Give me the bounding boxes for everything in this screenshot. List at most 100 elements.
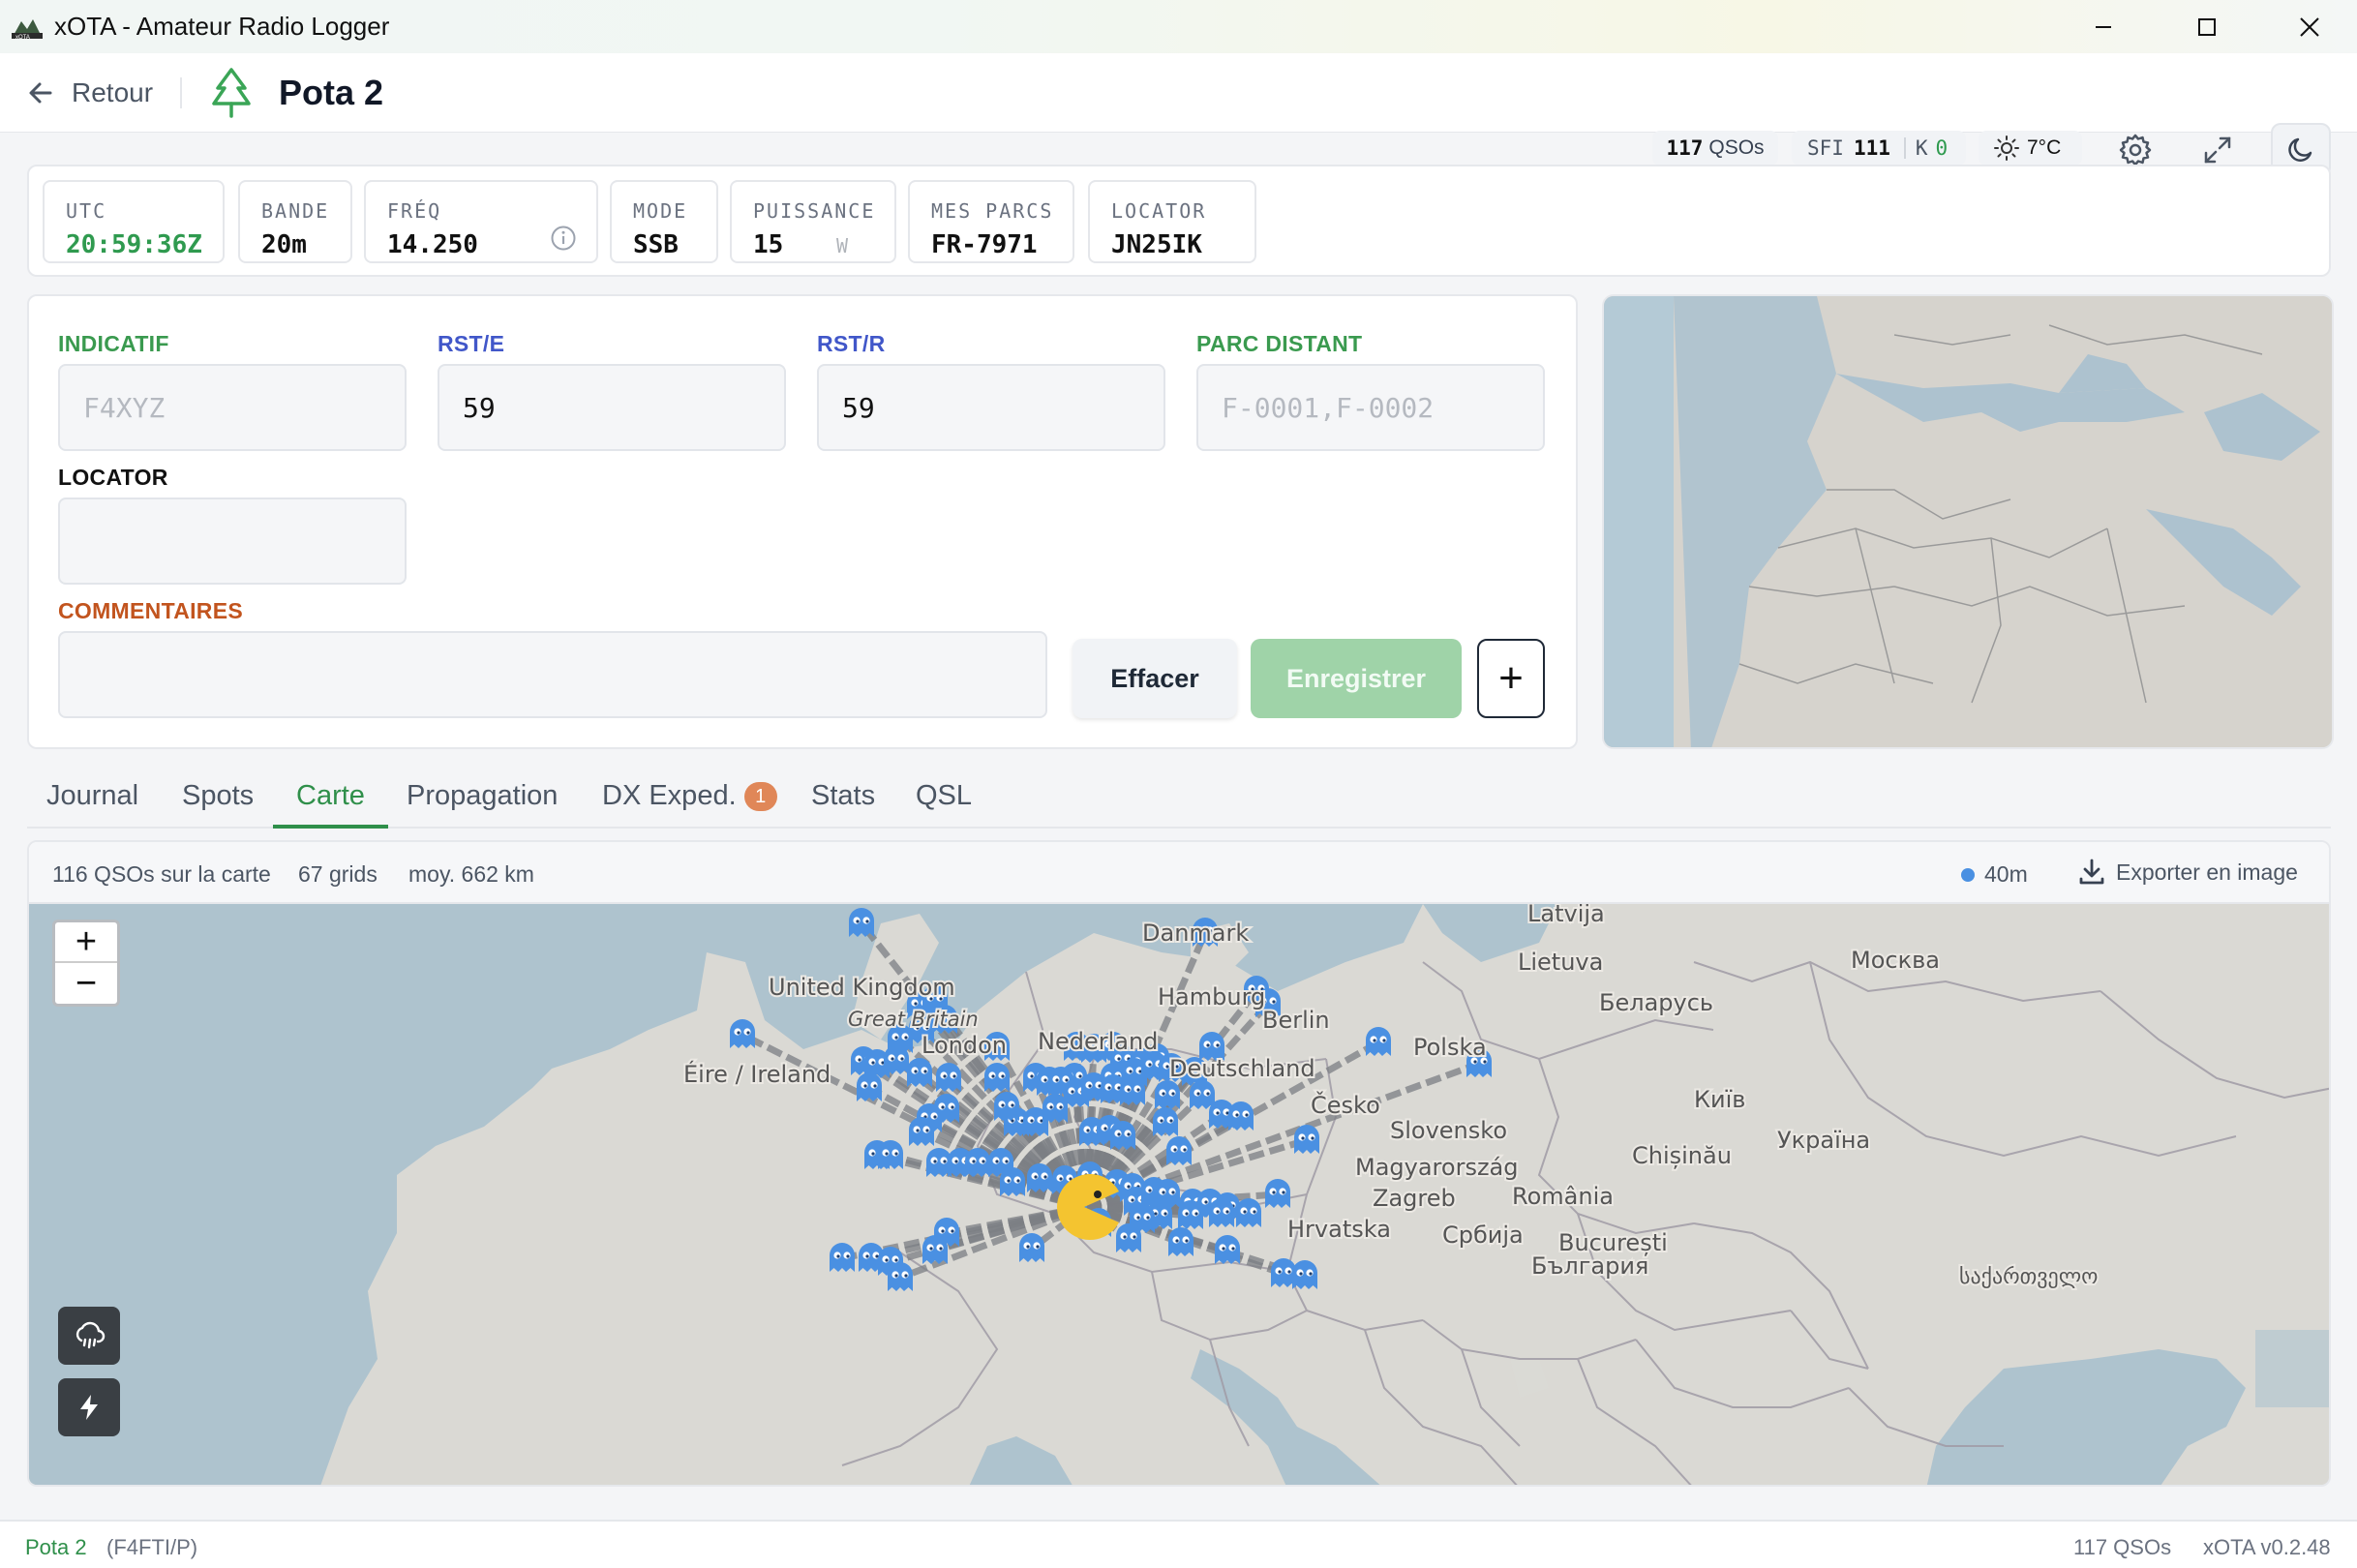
qso-map[interactable]: United Kingdom Great Britain Éire / Irel…: [29, 898, 2329, 1485]
map-info-bar: 116 QSOs sur la carte 67 grids moy. 662 …: [29, 842, 2329, 904]
ghost-marker-icon[interactable]: [1043, 1094, 1068, 1123]
ghost-marker-icon[interactable]: [1027, 1163, 1052, 1192]
app-logo-icon: xOTA: [12, 18, 43, 41]
my-parks-box[interactable]: MES PARCS FR-7971: [908, 180, 1074, 263]
utc-label: UTC: [66, 199, 107, 223]
title-bar: xOTA xOTA - Amateur Radio Logger: [0, 0, 2357, 53]
ghost-marker-icon[interactable]: [730, 1019, 755, 1048]
ghost-marker-icon[interactable]: [849, 908, 874, 937]
band-label: BANDE: [261, 199, 330, 223]
qso-map-canvas: United Kingdom Great Britain Éire / Irel…: [29, 898, 2329, 1485]
ghost-marker-icon[interactable]: [1168, 1227, 1194, 1256]
weather-layer-button[interactable]: [58, 1307, 120, 1365]
map-label-ukraine: Україна: [1777, 1127, 1870, 1154]
comments-label: COMMENTAIRES: [58, 598, 244, 623]
status-footer: Pota 2 (F4FTI/P) 117 QSOs xOTA v0.2.48: [0, 1520, 2357, 1568]
info-icon[interactable]: [550, 225, 577, 252]
save-button[interactable]: Enregistrer: [1251, 639, 1462, 718]
rst-received-input[interactable]: 59: [817, 364, 1165, 451]
comments-input[interactable]: [58, 631, 1047, 718]
ghost-marker-icon[interactable]: [1228, 1101, 1254, 1131]
close-icon: [2300, 16, 2319, 37]
ghost-marker-icon[interactable]: [1000, 1167, 1025, 1196]
remote-park-label: PARC DISTANT: [1196, 331, 1363, 356]
ghost-marker-icon[interactable]: [907, 1058, 932, 1087]
zoom-out-button[interactable]: −: [55, 963, 117, 1004]
tab-spots[interactable]: Spots: [182, 780, 254, 829]
sfi-value: 111: [1853, 136, 1890, 160]
main-tabs: Journal Spots Carte Propagation DX Exped…: [27, 767, 2331, 829]
indices-divider: [1903, 137, 1906, 159]
frequency-box[interactable]: FRÉQ 14.250: [364, 180, 598, 263]
tab-propagation[interactable]: Propagation: [407, 780, 558, 829]
ghost-marker-icon[interactable]: [909, 1117, 934, 1146]
ghost-marker-icon[interactable]: [1292, 1260, 1317, 1289]
close-button[interactable]: [2268, 0, 2351, 53]
my-parks-value: FR-7971: [931, 230, 1038, 259]
ghost-marker-icon[interactable]: [994, 1092, 1019, 1121]
sfi-label: SFI: [1807, 136, 1844, 160]
ghost-marker-icon[interactable]: [1153, 1107, 1178, 1136]
frequency-value: 14.250: [387, 230, 478, 259]
clear-button[interactable]: Effacer: [1073, 639, 1237, 718]
ghost-marker-icon[interactable]: [1120, 1076, 1145, 1105]
export-image-button[interactable]: Exporter en image: [2077, 858, 2298, 887]
tab-stats[interactable]: Stats: [811, 780, 875, 829]
ghost-marker-icon[interactable]: [1155, 1080, 1180, 1109]
svg-text:xOTA: xOTA: [15, 35, 30, 41]
arrow-left-icon: [29, 82, 52, 103]
minimize-button[interactable]: [2062, 0, 2145, 53]
pacman-eye: [1094, 1191, 1102, 1198]
map-label-lithuania: Lietuva: [1518, 949, 1603, 976]
band-color-dot: [1961, 867, 1975, 882]
station-status-bar: UTC 20:59:36Z BANDE 20m FRÉQ 14.250 MODE…: [27, 165, 2331, 277]
ghost-marker-icon[interactable]: [878, 1140, 903, 1169]
tab-dx-exped[interactable]: DX Exped. 1: [602, 780, 777, 829]
lightning-icon: [80, 1395, 98, 1420]
callsign-input[interactable]: F4XYZ: [58, 364, 407, 451]
locator-input[interactable]: [58, 498, 407, 585]
lightning-layer-button[interactable]: [58, 1378, 120, 1436]
ghost-marker-icon[interactable]: [1209, 1198, 1234, 1227]
mode-box[interactable]: MODE SSB: [610, 180, 718, 263]
zoom-in-button[interactable]: +: [55, 922, 117, 963]
add-button[interactable]: +: [1477, 639, 1545, 718]
average-distance: moy. 662 km: [408, 861, 534, 887]
ghost-marker-icon[interactable]: [888, 1262, 913, 1291]
band-box[interactable]: BANDE 20m: [238, 180, 352, 263]
locator-box[interactable]: LOCATOR JN25IK: [1088, 180, 1256, 263]
ghost-marker-icon[interactable]: [1166, 1136, 1192, 1165]
ghost-marker-icon[interactable]: [1236, 1198, 1261, 1227]
map-label-zagreb: Zagreb: [1373, 1185, 1456, 1212]
ghost-marker-icon[interactable]: [1178, 1200, 1203, 1229]
ghost-marker-icon[interactable]: [1019, 1233, 1044, 1262]
ghost-marker-icon[interactable]: [1294, 1125, 1319, 1154]
ghost-marker-icon[interactable]: [984, 1063, 1010, 1092]
ghost-marker-icon[interactable]: [857, 1072, 882, 1101]
power-box[interactable]: PUISSANCE 15 W: [730, 180, 896, 263]
ghost-marker-icon[interactable]: [922, 1235, 948, 1264]
remote-park-input[interactable]: F-0001,F-0002: [1196, 364, 1545, 451]
rst-sent-input[interactable]: 59: [438, 364, 786, 451]
ghost-marker-icon[interactable]: [1190, 1080, 1215, 1109]
ghost-marker-icon[interactable]: [1110, 1121, 1135, 1150]
tab-qsl[interactable]: QSL: [916, 780, 972, 829]
band-legend[interactable]: 40m: [1961, 861, 2028, 888]
ghost-marker-icon[interactable]: [1265, 1179, 1290, 1208]
ghost-marker-icon[interactable]: [1215, 1235, 1240, 1264]
tab-journal[interactable]: Journal: [46, 780, 138, 829]
ghost-marker-icon[interactable]: [830, 1243, 855, 1272]
map-label-czechia: Česko: [1311, 1090, 1380, 1119]
ghost-marker-icon[interactable]: [936, 1063, 961, 1092]
maximize-button[interactable]: [2165, 0, 2249, 53]
ghost-marker-icon[interactable]: [965, 1148, 990, 1177]
ghost-marker-icon[interactable]: [1366, 1027, 1391, 1056]
mini-map[interactable]: [1602, 294, 2334, 749]
map-label-georgia: საქართველო: [1959, 1265, 2098, 1289]
back-button[interactable]: Retour: [27, 77, 153, 108]
tab-carte[interactable]: Carte: [273, 780, 388, 829]
maximize-icon: [2198, 17, 2216, 36]
ghost-marker-icon[interactable]: [884, 1045, 909, 1074]
ghost-marker-icon[interactable]: [1130, 1204, 1155, 1233]
map-label-belarus: Беларусь: [1599, 989, 1713, 1016]
